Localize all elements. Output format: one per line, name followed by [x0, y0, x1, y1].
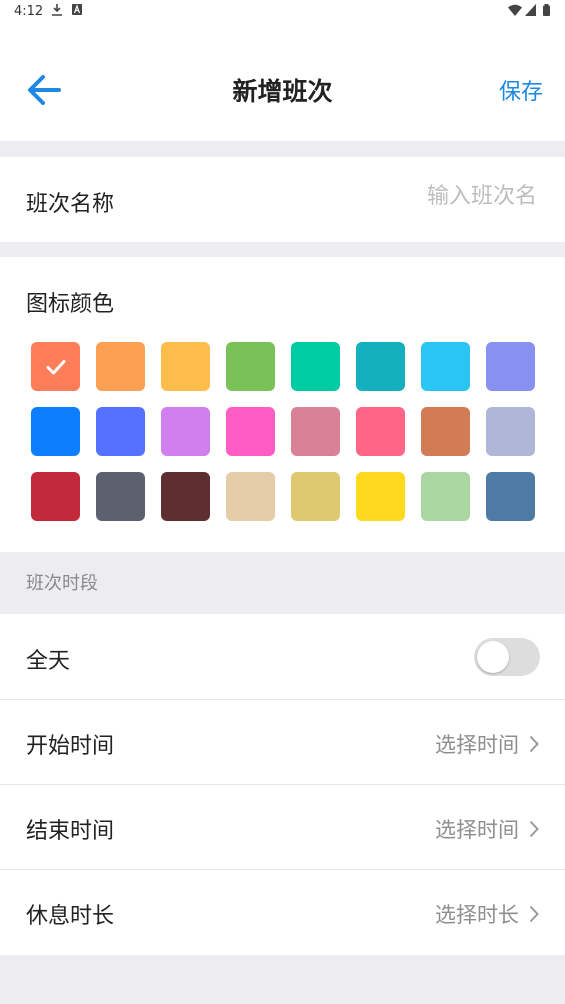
all-day-row: 全天 — [0, 614, 565, 699]
check-icon — [46, 359, 65, 374]
download-icon — [52, 4, 62, 19]
start-time-picker[interactable]: 选择时间 — [435, 729, 539, 759]
color-swatch[interactable] — [486, 342, 535, 391]
status-time: 4:12 — [14, 4, 44, 19]
chevron-right-icon — [529, 820, 539, 838]
status-bar: 4:12 — [0, 0, 565, 24]
name-row: 班次名称 — [0, 157, 565, 242]
rest-duration-picker[interactable]: 选择时长 — [435, 899, 539, 929]
battery-icon — [543, 4, 550, 19]
color-swatch[interactable] — [31, 342, 80, 391]
end-time-picker[interactable]: 选择时间 — [435, 814, 539, 844]
chevron-right-icon — [529, 735, 539, 753]
rest-duration-row[interactable]: 休息时长 选择时长 — [0, 870, 565, 955]
chevron-right-icon — [529, 905, 539, 923]
color-swatch[interactable] — [161, 472, 210, 521]
color-swatch[interactable] — [31, 407, 80, 456]
color-swatch[interactable] — [421, 342, 470, 391]
color-swatch[interactable] — [161, 407, 210, 456]
start-time-value: 选择时间 — [435, 733, 519, 757]
color-swatch[interactable] — [356, 472, 405, 521]
color-swatch[interactable] — [96, 342, 145, 391]
toggle-knob — [477, 641, 509, 673]
end-time-value: 选择时间 — [435, 818, 519, 842]
signal-icon — [525, 4, 536, 19]
icon-color-card: 图标颜色 — [0, 257, 565, 552]
color-swatch-grid — [31, 342, 535, 521]
page-title: 新增班次 — [232, 77, 333, 106]
rest-duration-value: 选择时长 — [435, 903, 519, 927]
color-swatch[interactable] — [161, 342, 210, 391]
wifi-icon — [508, 4, 522, 19]
color-swatch[interactable] — [31, 472, 80, 521]
rest-duration-label: 休息时长 — [26, 904, 115, 929]
end-time-label: 结束时间 — [26, 819, 115, 844]
color-swatch[interactable] — [226, 472, 275, 521]
section-header: 班次时段 — [26, 573, 98, 594]
name-input[interactable] — [315, 183, 539, 210]
color-swatch[interactable] — [421, 407, 470, 456]
icon-color-label: 图标颜色 — [26, 292, 115, 317]
color-swatch[interactable] — [356, 407, 405, 456]
all-day-label: 全天 — [26, 649, 71, 674]
color-swatch[interactable] — [226, 407, 275, 456]
color-swatch[interactable] — [291, 472, 340, 521]
color-swatch[interactable] — [96, 407, 145, 456]
end-time-row[interactable]: 结束时间 选择时间 — [0, 785, 565, 869]
start-time-label: 开始时间 — [26, 734, 115, 759]
color-swatch[interactable] — [486, 407, 535, 456]
color-swatch[interactable] — [291, 407, 340, 456]
start-time-row[interactable]: 开始时间 选择时间 — [0, 700, 565, 784]
color-swatch[interactable] — [226, 342, 275, 391]
name-label: 班次名称 — [26, 192, 115, 217]
save-button[interactable]: 保存 — [499, 74, 543, 106]
color-swatch[interactable] — [291, 342, 340, 391]
color-swatch[interactable] — [421, 472, 470, 521]
color-swatch[interactable] — [96, 472, 145, 521]
all-day-toggle[interactable] — [474, 638, 540, 676]
a-icon — [72, 4, 82, 18]
color-swatch[interactable] — [486, 472, 535, 521]
color-swatch[interactable] — [356, 342, 405, 391]
app-bar: 新增班次 保存 — [0, 24, 565, 141]
